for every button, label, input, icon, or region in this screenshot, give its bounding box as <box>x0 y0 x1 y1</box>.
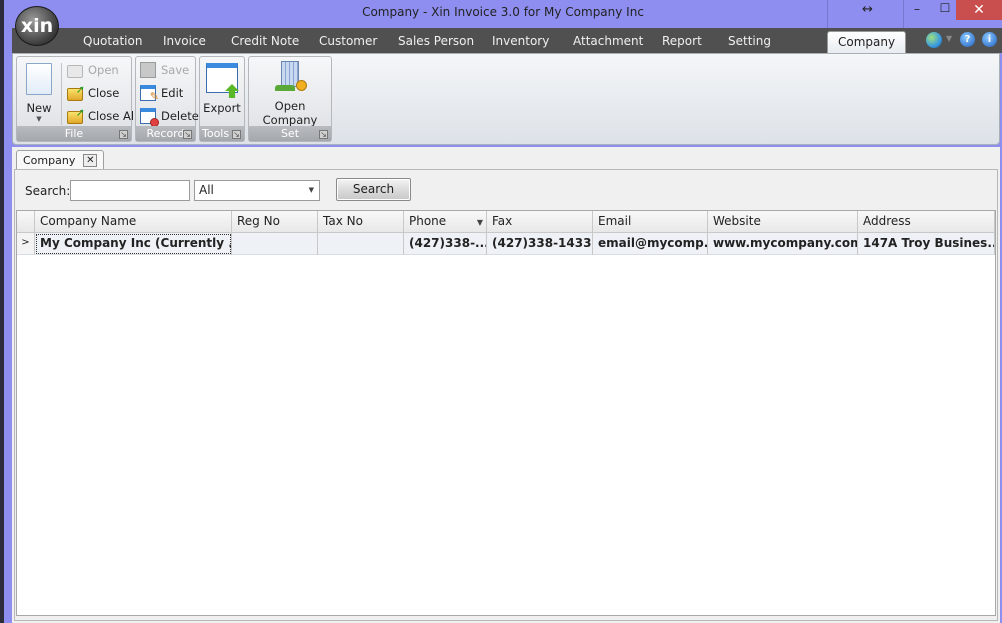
document-tab-company[interactable]: Company ✕ <box>16 150 105 170</box>
close-folder-icon: ➚ <box>67 83 85 101</box>
close-all-label: Close All <box>88 109 138 123</box>
dialog-launcher-icon[interactable]: ↘ <box>119 130 128 139</box>
table-row[interactable]: > My Company Inc (Currently ... (427)338… <box>17 233 995 255</box>
tab-inventory[interactable]: Inventory <box>492 34 549 48</box>
ribbon: New ▼ Open ➚ Close ➚ Close All File ↘ Sa… <box>12 53 1000 145</box>
record-group-title: Record <box>146 127 185 140</box>
cell-email[interactable]: email@mycomp... <box>593 233 708 255</box>
window-border <box>4 0 12 623</box>
tab-credit-note[interactable]: Credit Note <box>231 34 299 48</box>
menu-tab-bar: Quotation Invoice Credit Note Customer S… <box>12 28 1002 53</box>
tools-group-title: Tools <box>202 127 230 140</box>
export-button[interactable]: Export <box>202 59 242 115</box>
dialog-launcher-icon[interactable]: ↘ <box>319 130 328 139</box>
cell-address[interactable]: 147A Troy Busines... <box>858 233 995 255</box>
tab-attachment[interactable]: Attachment <box>573 34 643 48</box>
cell-fax[interactable]: (427)338-1433 <box>487 233 593 255</box>
close-all-button[interactable]: ➚ Close All <box>67 106 137 126</box>
chevron-down-icon: ▼ <box>36 115 42 123</box>
search-input[interactable] <box>70 180 190 201</box>
export-label: Export <box>203 101 241 115</box>
info-icon[interactable]: i <box>982 32 997 47</box>
new-button[interactable]: New ▼ <box>21 59 57 123</box>
cell-reg-no[interactable] <box>232 233 318 255</box>
edit-icon: ✎ <box>140 85 159 103</box>
grid-header: Company Name Reg No Tax No Phone ▼ Fax E… <box>17 211 995 233</box>
column-header-phone[interactable]: Phone ▼ <box>404 211 487 233</box>
open-folder-icon <box>67 64 83 78</box>
document-tab-label: Company <box>23 154 76 167</box>
column-header-email[interactable]: Email <box>593 211 708 233</box>
column-header-reg-no[interactable]: Reg No <box>232 211 318 233</box>
filter-selected-value: All <box>199 183 214 197</box>
column-header-tax-no[interactable]: Tax No <box>318 211 404 233</box>
new-label: New <box>26 101 52 115</box>
company-building-key-icon <box>275 61 307 93</box>
column-header-website[interactable]: Website <box>708 211 858 233</box>
tab-setting[interactable]: Setting <box>728 34 771 48</box>
delete-icon <box>140 108 159 127</box>
column-header-fax[interactable]: Fax <box>487 211 593 233</box>
ribbon-group-file: New ▼ Open ➚ Close ➚ Close All File ↘ <box>16 56 137 142</box>
delete-button[interactable]: Delete <box>140 106 199 127</box>
cell-phone[interactable]: (427)338-... <box>404 233 487 255</box>
open-button[interactable]: Open <box>67 60 119 80</box>
export-icon <box>206 63 239 98</box>
cell-tax-no[interactable] <box>318 233 404 255</box>
help-icon[interactable]: ? <box>960 32 975 47</box>
save-label: Save <box>161 63 190 77</box>
save-button[interactable]: Save <box>140 60 189 80</box>
group-label-file: File <box>17 126 131 141</box>
header-corner <box>17 211 35 233</box>
app-logo-button[interactable]: xin <box>15 6 59 46</box>
title-bar: Company - Xin Invoice 3.0 for My Company… <box>4 0 1002 28</box>
set-group-title: Set <box>280 127 300 140</box>
ribbon-group-record: Save ✎ Edit Delete Record ↘ <box>135 56 199 142</box>
edit-button[interactable]: ✎ Edit <box>140 83 183 103</box>
phone-header-label: Phone <box>409 214 447 228</box>
open-company-file-label-1: Open Company <box>262 99 318 127</box>
tab-customer[interactable]: Customer <box>319 34 377 48</box>
tab-quotation[interactable]: Quotation <box>83 34 142 48</box>
globe-icon[interactable] <box>926 32 942 48</box>
new-document-icon <box>26 63 52 95</box>
tab-sales-person[interactable]: Sales Person <box>398 34 474 48</box>
save-disk-icon <box>140 62 156 78</box>
search-label: Search: <box>25 184 71 198</box>
cell-company-name[interactable]: My Company Inc (Currently ... <box>35 233 232 255</box>
open-label: Open <box>88 63 119 77</box>
dialog-launcher-icon[interactable]: ↘ <box>183 130 192 139</box>
chevron-down-icon: ▼ <box>308 186 314 194</box>
cell-website[interactable]: www.mycompany.com <box>708 233 858 255</box>
close-tab-icon[interactable]: ✕ <box>83 154 98 167</box>
resize-icon: ↔ <box>862 2 873 17</box>
tab-report[interactable]: Report <box>662 34 702 48</box>
content-area: Company ✕ Search: All ▼ Search Company N… <box>12 147 1000 623</box>
ribbon-group-tools: Export Tools ↘ <box>199 56 245 142</box>
separator <box>61 63 62 125</box>
close-label: Close <box>88 86 120 100</box>
row-indicator-icon: > <box>17 233 35 254</box>
tab-company[interactable]: Company <box>827 31 907 53</box>
column-header-address[interactable]: Address <box>858 211 995 233</box>
column-header-company-name[interactable]: Company Name <box>35 211 232 233</box>
ribbon-group-set: Open Company File Set ↘ <box>248 56 332 142</box>
close-file-button[interactable]: ➚ Close <box>67 83 119 103</box>
close-all-folder-icon: ➚ <box>67 106 85 124</box>
edit-label: Edit <box>161 86 184 100</box>
dialog-launcher-icon[interactable]: ↘ <box>232 130 241 139</box>
search-filter-select[interactable]: All ▼ <box>194 180 320 201</box>
search-button[interactable]: Search <box>336 178 411 201</box>
tab-invoice[interactable]: Invoice <box>163 34 206 48</box>
resize-handle[interactable]: ↔ <box>827 0 904 28</box>
company-grid: Company Name Reg No Tax No Phone ▼ Fax E… <box>16 210 996 616</box>
file-group-title: File <box>64 127 84 140</box>
minimize-button[interactable]: – <box>902 2 932 22</box>
close-button[interactable]: ✕ <box>956 0 1002 20</box>
delete-label: Delete <box>161 109 199 123</box>
company-panel: Search: All ▼ Search Company Name Reg No… <box>14 169 998 621</box>
filter-icon[interactable]: ▼ <box>477 212 483 233</box>
chevron-down-icon[interactable]: ▼ <box>946 34 952 43</box>
